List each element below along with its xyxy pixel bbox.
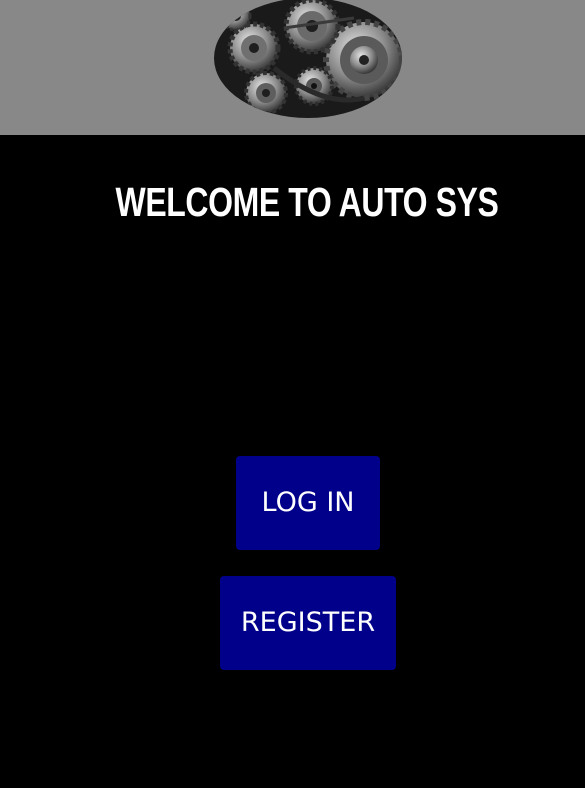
page-title: WELCOME TO AUTO SYS [115, 179, 499, 225]
header-bar [0, 0, 585, 135]
login-button[interactable]: LOG IN [236, 456, 380, 550]
gears-engine-icon [214, 0, 402, 118]
register-button[interactable]: REGISTER [220, 576, 396, 670]
